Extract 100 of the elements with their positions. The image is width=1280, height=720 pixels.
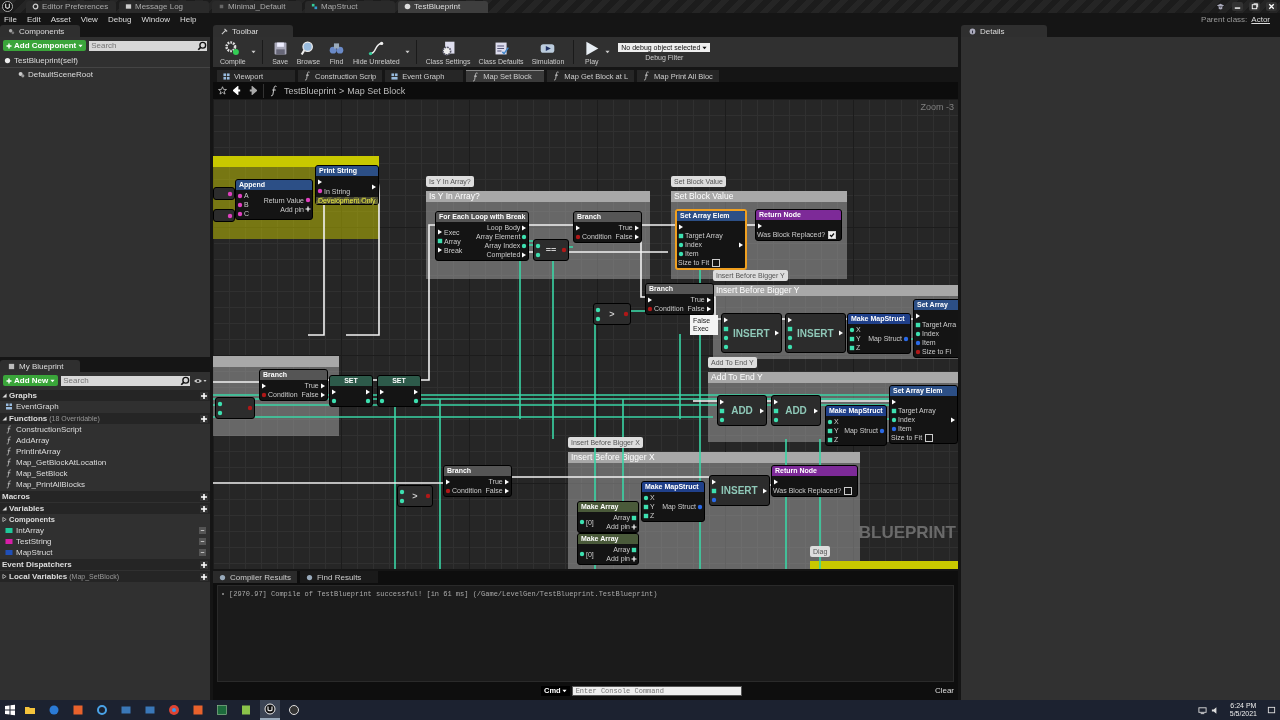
- checkbox[interactable]: [844, 486, 853, 495]
- document-tab[interactable]: MapStruct: [305, 0, 395, 13]
- star-icon[interactable]: [218, 86, 227, 95]
- exec-pin-icon[interactable]: [761, 487, 768, 494]
- checkbox[interactable]: [712, 258, 721, 267]
- pin-icon[interactable]: [579, 519, 585, 525]
- exec-pin-icon[interactable]: [319, 382, 326, 389]
- document-tab[interactable]: Editor Preferences: [26, 0, 116, 13]
- remove-icon[interactable]: [199, 549, 206, 556]
- pin-icon[interactable]: [723, 343, 729, 350]
- pin-icon[interactable]: [535, 242, 541, 249]
- list-item[interactable]: EventGraph: [0, 401, 210, 412]
- output-tab[interactable]: Find Results: [299, 571, 378, 583]
- blueprint-node[interactable]: >: [593, 303, 631, 325]
- exec-pin-icon[interactable]: [723, 316, 729, 323]
- pin-icon[interactable]: [521, 233, 528, 240]
- pin-icon[interactable]: [849, 326, 855, 333]
- pin-icon[interactable]: [237, 192, 243, 199]
- exec-pin-icon[interactable]: [705, 305, 712, 312]
- array-pin-icon[interactable]: [891, 407, 897, 414]
- pin-icon[interactable]: [595, 306, 601, 313]
- exec-pin-icon[interactable]: [915, 312, 921, 319]
- add-icon[interactable]: [200, 560, 208, 569]
- exec-pin-icon[interactable]: [813, 407, 819, 414]
- add-icon[interactable]: [200, 572, 208, 581]
- list-item[interactable]: Map_GetBlockAtLocation: [0, 457, 210, 468]
- array-pin-icon[interactable]: [631, 514, 637, 521]
- exec-pin-icon[interactable]: [678, 223, 684, 230]
- restore-icon[interactable]: [1249, 2, 1260, 11]
- exec-pin-icon[interactable]: [365, 388, 371, 395]
- exec-pin-icon[interactable]: [379, 388, 385, 395]
- menu-item[interactable]: View: [80, 14, 98, 24]
- blueprint-node[interactable]: INSERT: [709, 475, 770, 506]
- add-icon[interactable]: [200, 492, 208, 501]
- breadcrumb-link[interactable]: TestBlueprint: [284, 85, 337, 96]
- pin-icon[interactable]: [365, 397, 371, 404]
- exec-pin-icon[interactable]: [891, 398, 897, 405]
- section-header[interactable]: Graphs: [0, 390, 210, 401]
- section-header[interactable]: Macros: [0, 491, 210, 502]
- array-pin-icon[interactable]: [915, 321, 921, 328]
- list-item[interactable]: AddArray: [0, 435, 210, 446]
- caret-icon[interactable]: [605, 50, 611, 54]
- taskbar-app[interactable]: [260, 700, 280, 720]
- document-tab[interactable]: Message Log: [119, 0, 209, 13]
- exec-pin-icon[interactable]: [773, 398, 779, 405]
- exec-pin-icon[interactable]: [773, 330, 780, 336]
- array-pin-icon[interactable]: [711, 487, 717, 494]
- exec-pin-icon[interactable]: [773, 478, 779, 485]
- pin-icon[interactable]: [787, 343, 793, 350]
- parent-class-link[interactable]: Actor: [1251, 14, 1270, 24]
- blueprint-node[interactable]: ADD: [771, 395, 821, 426]
- search-icon[interactable]: [197, 40, 207, 51]
- blueprint-node[interactable]: ==: [533, 239, 569, 261]
- pin-icon[interactable]: [595, 315, 601, 322]
- array-pin-icon[interactable]: [849, 335, 855, 342]
- array-pin-icon[interactable]: [631, 546, 637, 553]
- blueprint-node[interactable]: [213, 209, 235, 222]
- caret-icon[interactable]: [404, 50, 410, 54]
- add-icon[interactable]: [200, 504, 208, 513]
- document-tab[interactable]: TestBlueprint: [398, 0, 488, 13]
- search-field[interactable]: Search: [61, 375, 180, 386]
- exec-pin-icon[interactable]: [261, 382, 267, 389]
- pin-icon[interactable]: [678, 250, 684, 257]
- plus-icon[interactable]: [631, 523, 637, 530]
- document-tab[interactable]: Minimal_Default: [212, 0, 302, 13]
- pin-icon[interactable]: [643, 494, 649, 501]
- exec-pin-icon[interactable]: [837, 330, 844, 336]
- array-pin-icon[interactable]: [719, 407, 725, 414]
- menu-item[interactable]: Debug: [107, 14, 132, 24]
- array-pin-icon[interactable]: [678, 232, 684, 239]
- output-tab[interactable]: Compiler Results: [213, 571, 297, 583]
- pin-icon[interactable]: [317, 188, 323, 194]
- search-icon[interactable]: [180, 375, 190, 386]
- exec-pin-icon[interactable]: [950, 416, 956, 423]
- notification-icon[interactable]: [1267, 705, 1276, 715]
- menu-item[interactable]: File: [4, 14, 17, 24]
- exec-pin-icon[interactable]: [437, 229, 443, 235]
- exec-pin-icon[interactable]: [757, 222, 763, 229]
- details-tab[interactable]: Details: [961, 25, 1047, 37]
- exec-pin-icon[interactable]: [445, 478, 451, 485]
- exec-pin-icon[interactable]: [647, 296, 653, 303]
- pin-icon[interactable]: [413, 397, 419, 404]
- remove-icon[interactable]: [199, 527, 206, 534]
- pin-icon[interactable]: [237, 210, 243, 217]
- exec-pin-icon[interactable]: [331, 388, 337, 395]
- search-field[interactable]: Search: [89, 40, 197, 51]
- pin-icon[interactable]: [723, 334, 729, 341]
- list-item[interactable]: TestString: [0, 536, 210, 547]
- blueprint-node[interactable]: [215, 397, 255, 419]
- exec-pin-icon[interactable]: [317, 179, 323, 185]
- pin-icon[interactable]: [217, 400, 223, 407]
- pin-icon[interactable]: [379, 397, 385, 404]
- add-icon[interactable]: [200, 414, 208, 423]
- exec-pin-icon[interactable]: [705, 296, 712, 303]
- blueprint-node[interactable]: [213, 187, 235, 200]
- pin-icon[interactable]: [217, 409, 223, 416]
- exec-pin-icon[interactable]: [437, 247, 443, 253]
- pin-icon[interactable]: [915, 330, 921, 337]
- blueprint-node[interactable]: >: [397, 485, 433, 507]
- pin-icon[interactable]: [773, 416, 779, 423]
